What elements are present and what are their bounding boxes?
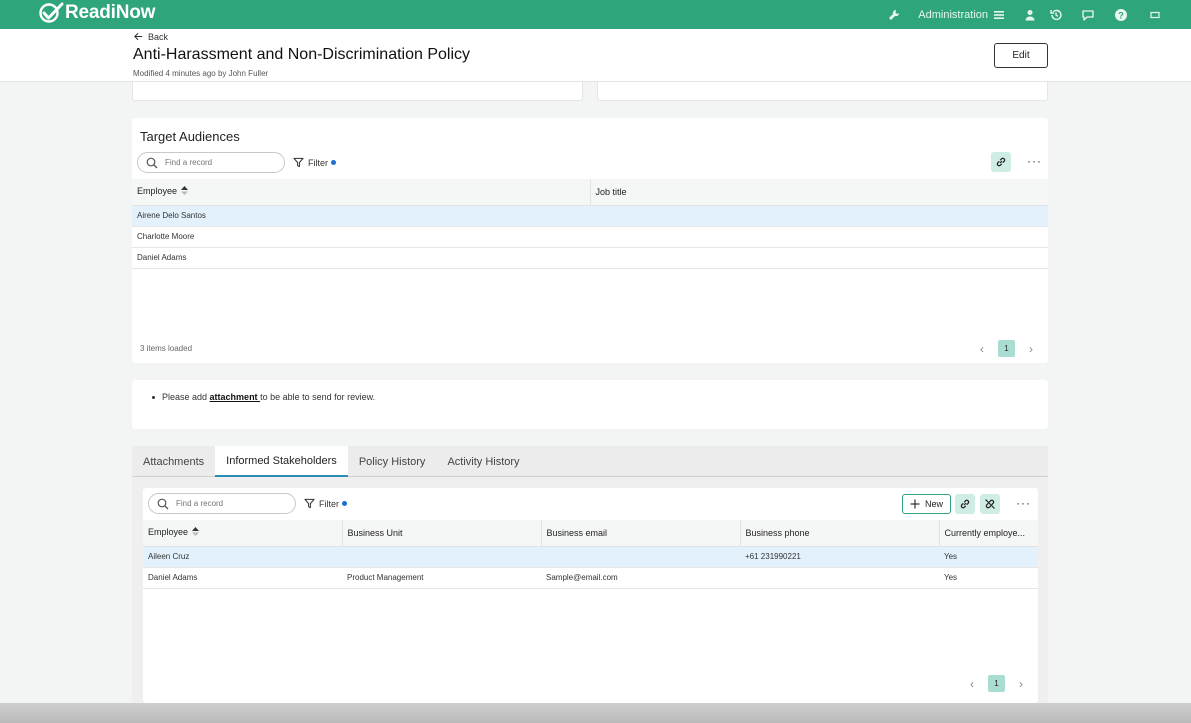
filter-active-dot xyxy=(331,160,336,165)
page-number[interactable]: 1 xyxy=(988,675,1005,692)
back-link[interactable]: Back xyxy=(133,31,168,42)
attachment-link[interactable]: attachment xyxy=(210,392,261,402)
review-notice: Please add attachment to be able to send… xyxy=(132,380,1048,429)
unlink-icon xyxy=(985,499,995,509)
next-page-icon[interactable]: › xyxy=(1014,677,1028,691)
tab-bar: Attachments Informed Stakeholders Policy… xyxy=(132,446,1048,477)
target-audiences-card: Target Audiences Filter ··· Employee Job… xyxy=(132,118,1048,363)
edit-button[interactable]: Edit xyxy=(994,43,1048,68)
logo-check-icon xyxy=(39,2,64,23)
modified-info: Modified 4 minutes ago by John Fuller xyxy=(133,69,269,78)
job-title-cell xyxy=(590,226,1048,248)
logo-text: ReadiNow xyxy=(65,2,156,23)
top-bar: ReadiNow Administration ? xyxy=(0,0,1191,29)
link-button[interactable] xyxy=(955,494,975,514)
page-title: Anti-Harassment and Non-Discrimination P… xyxy=(133,46,471,63)
search-input[interactable] xyxy=(176,499,286,508)
page-number[interactable]: 1 xyxy=(998,340,1015,357)
table-row[interactable]: Daniel Adams Product Management Sample@e… xyxy=(143,567,1038,589)
link-button[interactable] xyxy=(991,152,1011,172)
column-header-employee[interactable]: Employee xyxy=(132,179,591,206)
user-icon[interactable] xyxy=(1022,7,1038,23)
business-unit-cell: Product Management xyxy=(342,567,541,589)
table-row[interactable]: Daniel Adams xyxy=(132,247,1048,269)
next-page-icon[interactable]: › xyxy=(1024,342,1038,356)
business-phone-cell: +61 231990221 xyxy=(740,546,939,568)
column-header-job-title[interactable]: Job title xyxy=(590,179,1048,206)
filter-button[interactable]: Filter xyxy=(293,157,336,168)
expand-icon[interactable] xyxy=(1147,7,1163,23)
employee-cell: Airene Delo Santos xyxy=(132,205,590,227)
column-header-business-unit[interactable]: Business Unit xyxy=(342,520,542,547)
sort-icon[interactable] xyxy=(192,527,200,538)
column-header-business-phone[interactable]: Business phone xyxy=(740,520,940,547)
filter-icon xyxy=(293,157,304,168)
target-audiences-title: Target Audiences xyxy=(140,129,240,144)
new-label: New xyxy=(925,499,944,509)
readinow-logo[interactable]: ReadiNow xyxy=(38,2,155,24)
table-row[interactable]: Charlotte Moore xyxy=(132,226,1048,248)
hamburger-icon[interactable] xyxy=(991,7,1007,23)
history-icon[interactable] xyxy=(1048,7,1064,23)
link-icon xyxy=(960,499,970,509)
more-options-icon[interactable]: ··· xyxy=(1027,154,1042,168)
table-row[interactable]: Aileen Cruz +61 231990221 Yes xyxy=(143,546,1038,568)
stakeholders-table: Employee Business Unit Business email Bu… xyxy=(143,520,1038,589)
items-loaded-count: 3 items loaded xyxy=(140,344,193,353)
prev-page-icon[interactable]: ‹ xyxy=(975,342,989,356)
unlink-button[interactable] xyxy=(980,494,1000,514)
tab-informed-stakeholders[interactable]: Informed Stakeholders xyxy=(215,446,348,477)
employee-cell: Charlotte Moore xyxy=(132,226,590,248)
pagination: ‹ 1 › xyxy=(975,340,1038,357)
currently-employed-cell: Yes xyxy=(939,546,1038,568)
link-icon xyxy=(996,157,1006,167)
plus-icon xyxy=(910,499,920,509)
record-header: Back Anti-Harassment and Non-Discriminat… xyxy=(0,29,1191,82)
new-button[interactable]: New xyxy=(902,494,952,514)
prev-page-icon[interactable]: ‹ xyxy=(965,677,979,691)
business-email-cell xyxy=(541,546,740,568)
bullet xyxy=(152,396,155,400)
filter-label: Filter xyxy=(308,157,328,168)
tab-policy-history[interactable]: Policy History xyxy=(348,446,437,477)
column-header-currently-employed[interactable]: Currently employe... xyxy=(939,520,1038,547)
help-icon[interactable]: ? xyxy=(1113,7,1129,23)
column-header-business-email[interactable]: Business email xyxy=(541,520,741,547)
notice-message: Please add attachment to be able to send… xyxy=(152,392,375,402)
stakeholders-search[interactable] xyxy=(148,493,296,514)
job-title-cell xyxy=(590,247,1048,269)
chat-icon[interactable] xyxy=(1080,7,1096,23)
administration-menu[interactable]: Administration xyxy=(918,9,988,21)
column-header-employee[interactable]: Employee xyxy=(143,520,343,547)
employee-cell: Aileen Cruz xyxy=(143,546,342,568)
window-bottom-edge xyxy=(0,703,1191,723)
pagination: ‹ 1 › xyxy=(965,675,1028,692)
arrow-left-icon xyxy=(134,32,143,41)
filter-active-dot xyxy=(342,501,347,506)
svg-text:?: ? xyxy=(1118,10,1124,20)
business-phone-cell xyxy=(740,567,939,589)
filter-button[interactable]: Filter xyxy=(304,498,347,509)
tab-activity-history[interactable]: Activity History xyxy=(436,446,530,477)
stakeholders-card: Filter New ··· Employee Business Unit Bu… xyxy=(143,488,1038,703)
target-audiences-table: Employee Job title Airene Delo Santos Ch… xyxy=(132,179,1048,269)
back-label: Back xyxy=(148,31,169,42)
tab-attachments[interactable]: Attachments xyxy=(132,446,215,477)
search-icon xyxy=(146,157,158,168)
job-title-cell xyxy=(590,205,1048,227)
wrench-icon[interactable] xyxy=(886,7,902,23)
business-unit-cell xyxy=(342,546,541,568)
currently-employed-cell: Yes xyxy=(939,567,1038,589)
sort-icon[interactable] xyxy=(181,186,189,197)
employee-cell: Daniel Adams xyxy=(143,567,342,589)
more-options-icon[interactable]: ··· xyxy=(1016,496,1031,510)
search-icon xyxy=(157,498,169,509)
filter-label: Filter xyxy=(319,498,339,509)
filter-icon xyxy=(304,498,315,509)
target-audiences-search[interactable] xyxy=(137,152,285,173)
employee-cell: Daniel Adams xyxy=(132,247,590,269)
business-email-cell: Sample@email.com xyxy=(541,567,740,589)
search-input[interactable] xyxy=(165,158,275,167)
table-row[interactable]: Airene Delo Santos xyxy=(132,205,1048,227)
